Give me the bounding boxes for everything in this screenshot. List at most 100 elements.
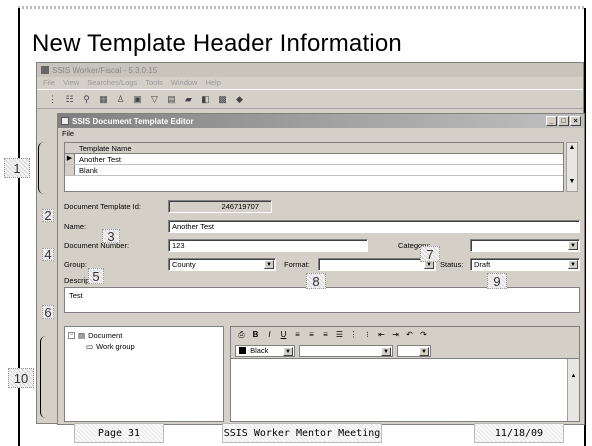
- rte-scrollbar[interactable]: ▲: [567, 359, 579, 421]
- editor-icon: [61, 117, 69, 125]
- menu-file[interactable]: File: [43, 78, 55, 88]
- format-select[interactable]: ▼: [318, 258, 436, 271]
- row-selector: [65, 165, 75, 175]
- scroll-up-icon[interactable]: ▲: [567, 143, 577, 153]
- rich-text-editor: ⎙ B I U ≡ ≡ ≡ ☰ ⋮ ⁝ ⇤ ⇥ ↶ ↷ Black ▼ ▼ ▼ …: [230, 326, 580, 422]
- menu-searches-logs[interactable]: Searches/Logs: [87, 78, 137, 88]
- app-title: SSIS Worker/Fiscal - 5.3.0.15: [52, 65, 158, 75]
- toolbar-handle-icon: ⋮: [48, 93, 57, 104]
- tree-node-label: Document: [88, 331, 123, 340]
- editor-menu-file[interactable]: File: [62, 129, 74, 138]
- doc-template-id-label: Document Template Id:: [64, 202, 141, 211]
- group-select[interactable]: County ▼: [168, 258, 276, 271]
- name-field[interactable]: Another Test: [168, 220, 580, 233]
- document-number-field[interactable]: 123: [168, 239, 368, 252]
- slide: New Template Header Information SSIS Wor…: [0, 0, 592, 446]
- filter-icon[interactable]: ▽: [147, 92, 162, 106]
- slide-title: New Template Header Information: [32, 30, 402, 57]
- font-size-select[interactable]: ▼: [397, 344, 431, 357]
- justify-icon[interactable]: ☰: [333, 329, 346, 341]
- chevron-down-icon[interactable]: ▼: [264, 260, 274, 269]
- grid-row[interactable]: ▶ Another Test: [65, 154, 563, 165]
- align-right-icon[interactable]: ≡: [319, 329, 332, 341]
- group-value: County: [172, 260, 196, 269]
- grid-cell: Blank: [79, 166, 98, 175]
- app-toolbar: ⋮ ☷ ⚲ ▦ ♙ ▣ ▽ ▤ ▰ ◧ ▩ ◆: [37, 89, 583, 109]
- bullet-list-icon[interactable]: ⁝: [361, 329, 374, 341]
- callout-marker: 8: [306, 273, 326, 289]
- redo-icon[interactable]: ↷: [417, 329, 430, 341]
- print-icon[interactable]: ▩: [215, 92, 230, 106]
- app-titlebar: SSIS Worker/Fiscal - 5.3.0.15: [37, 63, 583, 77]
- expand-icon[interactable]: −: [68, 332, 75, 339]
- undo-icon[interactable]: ↶: [403, 329, 416, 341]
- outdent-icon[interactable]: ⇤: [375, 329, 388, 341]
- bold-icon[interactable]: B: [249, 329, 262, 341]
- callout-brace: [38, 142, 44, 194]
- description-field[interactable]: Test: [64, 287, 580, 313]
- case-icon[interactable]: ▣: [130, 92, 145, 106]
- underline-icon[interactable]: U: [277, 329, 290, 341]
- color-select[interactable]: Black ▼: [235, 344, 295, 357]
- callout-marker: 4: [42, 247, 54, 262]
- maximize-icon[interactable]: □: [558, 116, 569, 126]
- template-grid: Template Name ▶ Another Test Blank: [64, 142, 564, 192]
- rte-body[interactable]: [231, 359, 567, 421]
- content-pane: − ▤ Document ▭ Work group ⎙ B I U ≡ ≡ ≡ …: [58, 320, 586, 426]
- grid-scrollbar[interactable]: ▲ ▼: [566, 142, 578, 192]
- people-icon[interactable]: ♙: [113, 92, 128, 106]
- close-icon[interactable]: ×: [570, 116, 581, 126]
- callout-marker: 6: [42, 305, 54, 320]
- report-icon[interactable]: ◧: [198, 92, 213, 106]
- tree-node-workgroup[interactable]: ▭ Work group: [68, 341, 220, 352]
- scroll-down-icon[interactable]: ▼: [567, 177, 577, 187]
- callout-marker: 2: [42, 208, 54, 223]
- menu-view[interactable]: View: [63, 78, 79, 88]
- grid-header-template-name[interactable]: Template Name: [65, 143, 563, 154]
- window-controls: _ □ ×: [546, 116, 581, 126]
- search-icon[interactable]: ⚲: [79, 92, 94, 106]
- chevron-down-icon[interactable]: ▼: [419, 346, 429, 356]
- minimize-icon[interactable]: _: [546, 116, 557, 126]
- indent-icon[interactable]: ⇥: [389, 329, 402, 341]
- document-tree: − ▤ Document ▭ Work group: [64, 326, 224, 422]
- tools-icon[interactable]: ◆: [232, 92, 247, 106]
- editor-menubar: File: [58, 128, 584, 139]
- menu-help[interactable]: Help: [205, 78, 220, 88]
- color-swatch: [239, 347, 246, 355]
- chevron-down-icon[interactable]: ▼: [283, 346, 293, 356]
- numbered-list-icon[interactable]: ⋮: [347, 329, 360, 341]
- font-select[interactable]: ▼: [299, 344, 393, 357]
- grid-row[interactable]: Blank: [65, 165, 563, 176]
- name-label: Name:: [64, 222, 87, 231]
- chevron-down-icon[interactable]: ▼: [568, 260, 578, 269]
- print-icon[interactable]: ⎙: [235, 329, 248, 341]
- calendar-icon[interactable]: ▦: [96, 92, 111, 106]
- tree-node-document[interactable]: − ▤ Document: [68, 330, 220, 341]
- doc-template-id-field: 246719707: [168, 200, 272, 213]
- group-label: Group:: [64, 260, 87, 269]
- editor-titlebar: SSIS Document Template Editor _ □ ×: [58, 114, 584, 128]
- category-select[interactable]: ▼: [470, 239, 580, 252]
- rte-toolbar: ⎙ B I U ≡ ≡ ≡ ☰ ⋮ ⁝ ⇤ ⇥ ↶ ↷: [231, 327, 579, 343]
- callout-marker: 9: [487, 273, 507, 289]
- document-icon[interactable]: ▤: [164, 92, 179, 106]
- folder-icon[interactable]: ▰: [181, 92, 196, 106]
- status-select[interactable]: Draft ▼: [470, 258, 580, 271]
- header-form: Document Template Id: 246719707 Name: An…: [58, 198, 586, 318]
- color-value: Black: [250, 345, 269, 355]
- user-icon[interactable]: ☷: [62, 92, 77, 106]
- align-left-icon[interactable]: ≡: [291, 329, 304, 341]
- menu-window[interactable]: Window: [171, 78, 198, 88]
- callout-marker: 10: [8, 368, 34, 388]
- italic-icon[interactable]: I: [263, 329, 276, 341]
- chevron-down-icon[interactable]: ▼: [381, 346, 391, 356]
- menu-tools[interactable]: Tools: [145, 78, 163, 88]
- callout-brace: [40, 336, 46, 418]
- align-center-icon[interactable]: ≡: [305, 329, 318, 341]
- scroll-up-icon[interactable]: ▲: [568, 373, 579, 379]
- template-editor-window: SSIS Document Template Editor _ □ × File…: [57, 113, 585, 425]
- rte-format-toolbar: Black ▼ ▼ ▼: [231, 343, 579, 359]
- row-pointer-icon: ▶: [65, 154, 75, 164]
- chevron-down-icon[interactable]: ▼: [568, 241, 578, 250]
